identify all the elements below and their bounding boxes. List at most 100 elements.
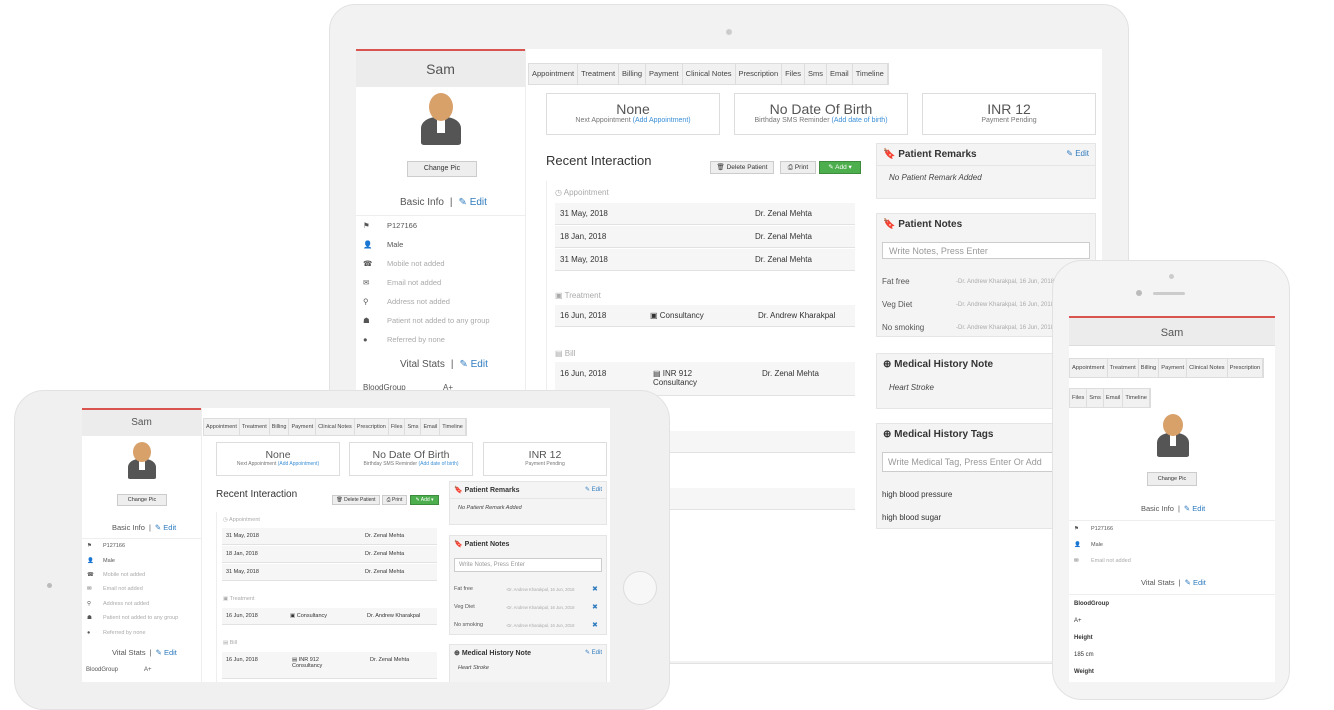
- delete-note-icon[interactable]: ✖: [592, 621, 598, 629]
- notes-input[interactable]: Write Notes, Press Enter: [454, 558, 602, 572]
- basic-info-header: Basic Info | ✎ Edit: [112, 523, 177, 532]
- patient-remarks-panel: 🔖 Patient Remarks ✎ Edit No Patient Remar…: [449, 481, 607, 525]
- change-pic-button[interactable]: Change Pic: [117, 494, 167, 506]
- note-item: No smoking -Dr. Andrew Kharakpal, 16 Jun,…: [454, 621, 598, 629]
- appointment-row[interactable]: 31 May, 2018 Dr. Zenal Mehta: [222, 528, 437, 545]
- print-button[interactable]: ⎙ Print: [780, 161, 816, 174]
- basic-info-list: ⚑ P127166 👤 Male ☎ Mobile not added ✉ Email …: [82, 538, 202, 640]
- tab-appointment[interactable]: Appointment: [1070, 359, 1108, 377]
- delete-patient-button[interactable]: 🗑 Delete Patient: [710, 161, 774, 174]
- envelope-icon: ✉: [1074, 558, 1079, 564]
- tab-billing[interactable]: Billing: [1139, 359, 1160, 377]
- tab-treatment[interactable]: Treatment: [578, 64, 620, 84]
- basic-info-edit-link[interactable]: ✎ Edit: [155, 523, 176, 532]
- tablet-home-button[interactable]: [623, 571, 657, 605]
- patient-remarks-panel: 🔖 Patient Remarks ✎ Edit No Patient Remar…: [876, 143, 1096, 199]
- add-button[interactable]: ✎ Add ▾: [410, 495, 439, 505]
- tab-clinical-notes[interactable]: Clinical Notes: [316, 419, 355, 435]
- tab-email[interactable]: Email: [421, 419, 441, 435]
- date-of-birth-box: No Date Of Birth Birthday SMS Reminder (…: [734, 93, 908, 135]
- tab-timeline[interactable]: Timeline: [853, 64, 888, 84]
- appointment-row[interactable]: 31 May, 2018 Dr. Zenal Mehta: [222, 564, 437, 581]
- remarks-edit-link[interactable]: ✎ Edit: [585, 486, 602, 494]
- interaction-list: ◷ Appointment 31 May, 2018 Dr. Zenal Meht…: [216, 512, 438, 682]
- blood-group-value: A+: [1074, 618, 1082, 624]
- treatment-row[interactable]: 16 Jun, 2018 ▣ Consultancy Dr. Andrew Khar…: [555, 305, 855, 327]
- add-button[interactable]: ✎ Add ▾: [819, 161, 861, 174]
- remarks-empty-text: No Patient Remark Added: [458, 505, 522, 511]
- basic-info-edit-link[interactable]: ✎ Edit: [459, 197, 487, 208]
- tab-billing[interactable]: Billing: [619, 64, 647, 84]
- medical-history-note-panel: ⊕ Medical History Note ✎ Edit Heart Strok…: [449, 644, 607, 682]
- treatment-section-label: ▣ Treatment: [555, 291, 601, 300]
- treatment-row[interactable]: 16 Jun, 2018 ▣ Consultancy Dr. Andrew Khar…: [222, 608, 437, 625]
- delete-patient-button[interactable]: 🗑 Delete Patient: [332, 495, 380, 505]
- bill-row[interactable]: 16 Jun, 2018 ▤ INR 912 Consultancy Dr. Zena…: [222, 652, 437, 679]
- tab-clinical-notes[interactable]: Clinical Notes: [683, 64, 736, 84]
- tab-timeline[interactable]: Timeline: [440, 419, 466, 435]
- patient-notes-panel: 🔖 Patient Notes Write Notes, Press Enter…: [449, 535, 607, 635]
- appointment-row[interactable]: 31 May, 2018 Dr. Zenal Mehta: [555, 203, 855, 225]
- patient-gender: Male: [387, 240, 404, 249]
- group-icon: ☗: [363, 316, 370, 325]
- tab-payment[interactable]: Payment: [289, 419, 317, 435]
- vital-stats-edit-link[interactable]: ✎ Edit: [1185, 578, 1206, 587]
- tab-sms[interactable]: Sms: [405, 419, 422, 435]
- appointment-row[interactable]: 18 Jan, 2018 Dr. Zenal Mehta: [555, 226, 855, 248]
- add-appointment-link[interactable]: (Add Appointment): [633, 117, 691, 124]
- patient-avatar: [416, 91, 466, 147]
- tab-treatment[interactable]: Treatment: [1108, 359, 1139, 377]
- change-pic-button[interactable]: Change Pic: [407, 161, 477, 177]
- add-dob-link[interactable]: (Add date of birth): [419, 461, 459, 467]
- tab-files[interactable]: Files: [389, 419, 406, 435]
- tab-payment[interactable]: Payment: [646, 64, 683, 84]
- delete-note-icon[interactable]: ✖: [592, 603, 598, 611]
- tab-treatment[interactable]: Treatment: [240, 419, 270, 435]
- user-icon: 👤: [363, 240, 373, 249]
- tab-clinical-notes[interactable]: Clinical Notes: [1187, 359, 1228, 377]
- print-button[interactable]: ⎙ Print: [382, 495, 407, 505]
- tab-appointment[interactable]: Appointment: [529, 64, 579, 84]
- phone-icon: ☎: [363, 259, 373, 268]
- tab-files[interactable]: Files: [1070, 389, 1088, 407]
- tab-timeline[interactable]: Timeline: [1123, 389, 1151, 407]
- tab-payment[interactable]: Payment: [1159, 359, 1188, 377]
- patient-name-header: Sam: [356, 49, 525, 87]
- payment-pending-box: INR 12 Payment Pending: [922, 93, 1096, 135]
- remarks-edit-link[interactable]: ✎ Edit: [1066, 149, 1089, 160]
- appointment-section-label: ◷ Appointment: [555, 188, 609, 197]
- patient-name-header: Sam: [1069, 316, 1275, 346]
- user-icon: 👤: [87, 557, 94, 564]
- tab-sms[interactable]: Sms: [805, 64, 827, 84]
- tab-prescription[interactable]: Prescription: [736, 64, 783, 84]
- remarks-empty-text: No Patient Remark Added: [889, 173, 982, 182]
- height-label: Height: [1074, 635, 1093, 641]
- change-pic-button[interactable]: Change Pic: [1147, 472, 1197, 486]
- vital-stats-edit-link[interactable]: ✎ Edit: [156, 648, 177, 657]
- notes-input[interactable]: Write Notes, Press Enter: [882, 242, 1090, 259]
- tab-sms[interactable]: Sms: [1087, 389, 1104, 407]
- patient-tabs-row-2: Files Sms Email Timeline: [1069, 388, 1152, 408]
- comment-icon: ●: [87, 629, 91, 636]
- tab-files[interactable]: Files: [782, 64, 805, 84]
- history-note-edit-link[interactable]: ✎ Edit: [585, 649, 602, 657]
- appointment-row[interactable]: 31 May, 2018 Dr. Zenal Mehta: [555, 249, 855, 271]
- group-icon: ☗: [87, 615, 92, 622]
- vital-stats-header: Vital Stats | ✎ Edit: [400, 359, 488, 370]
- tab-appointment[interactable]: Appointment: [204, 419, 240, 435]
- appointment-row[interactable]: 18 Jan, 2018 Dr. Zenal Mehta: [222, 546, 437, 563]
- tab-email[interactable]: Email: [827, 64, 853, 84]
- blood-group-label: BloodGroup: [1074, 601, 1109, 607]
- add-dob-link[interactable]: (Add date of birth): [832, 117, 888, 124]
- tab-prescription[interactable]: Prescription: [355, 419, 389, 435]
- map-marker-icon: ⚲: [363, 297, 369, 306]
- tab-prescription[interactable]: Prescription: [1228, 359, 1264, 377]
- basic-info-edit-link[interactable]: ✎ Edit: [1184, 504, 1205, 513]
- add-appointment-link[interactable]: (Add Appointment): [278, 461, 319, 467]
- tab-email[interactable]: Email: [1104, 389, 1124, 407]
- vital-stats-list: BloodGroup A+ Height 185 cm Weight: [1069, 594, 1275, 680]
- tab-billing[interactable]: Billing: [270, 419, 290, 435]
- bill-section-label: ▤ Bill: [555, 349, 576, 358]
- delete-note-icon[interactable]: ✖: [592, 585, 598, 593]
- vital-stats-edit-link[interactable]: ✎ Edit: [459, 359, 487, 370]
